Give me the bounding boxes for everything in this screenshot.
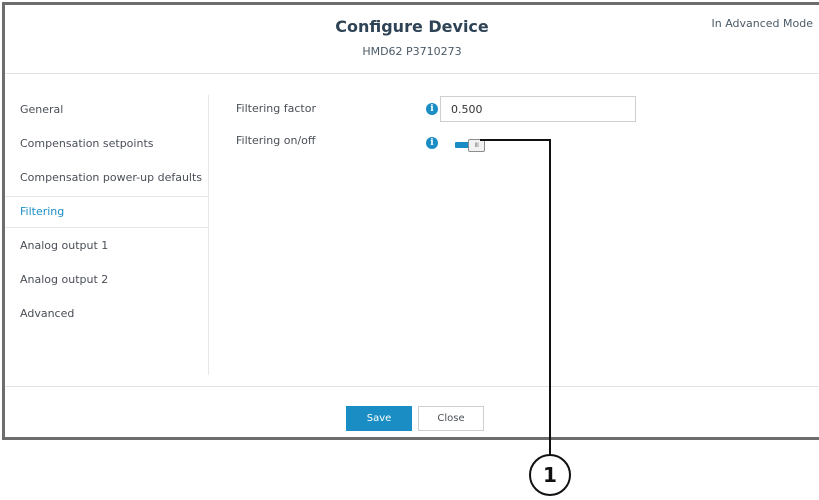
dialog-title: Configure Device bbox=[335, 17, 489, 36]
save-button[interactable]: Save bbox=[346, 406, 412, 431]
sidebar-item-analog-output-1[interactable]: Analog output 1 bbox=[5, 231, 208, 261]
sidebar-item-advanced[interactable]: Advanced bbox=[5, 299, 208, 329]
info-icon[interactable]: i bbox=[426, 137, 438, 149]
callout-line-horizontal bbox=[480, 139, 550, 141]
sidebar-item-filtering[interactable]: Filtering bbox=[5, 196, 208, 228]
filtering-factor-input[interactable] bbox=[440, 96, 636, 122]
info-icon[interactable]: i bbox=[426, 103, 438, 115]
sidebar-item-compensation-power-up-defaults[interactable]: Compensation power-up defaults bbox=[5, 163, 208, 193]
device-id: HMD62 P3710273 bbox=[362, 45, 462, 58]
filtering-onoff-label: Filtering on/off bbox=[236, 134, 316, 147]
configure-device-dialog: Configure Device HMD62 P3710273 In Advan… bbox=[2, 2, 819, 440]
dialog-footer bbox=[5, 386, 819, 439]
close-button[interactable]: Close bbox=[418, 406, 484, 431]
sidebar-item-analog-output-2[interactable]: Analog output 2 bbox=[5, 265, 208, 295]
callout-line-vertical bbox=[549, 139, 551, 455]
filtering-factor-label: Filtering factor bbox=[236, 102, 316, 115]
sidebar-item-general[interactable]: General bbox=[5, 95, 208, 125]
settings-sidebar: General Compensation setpoints Compensat… bbox=[5, 95, 209, 375]
sidebar-item-compensation-setpoints[interactable]: Compensation setpoints bbox=[5, 129, 208, 159]
dialog-header: Configure Device HMD62 P3710273 In Advan… bbox=[5, 5, 819, 74]
callout-number-badge: 1 bbox=[529, 454, 571, 496]
mode-indicator: In Advanced Mode bbox=[711, 17, 813, 30]
